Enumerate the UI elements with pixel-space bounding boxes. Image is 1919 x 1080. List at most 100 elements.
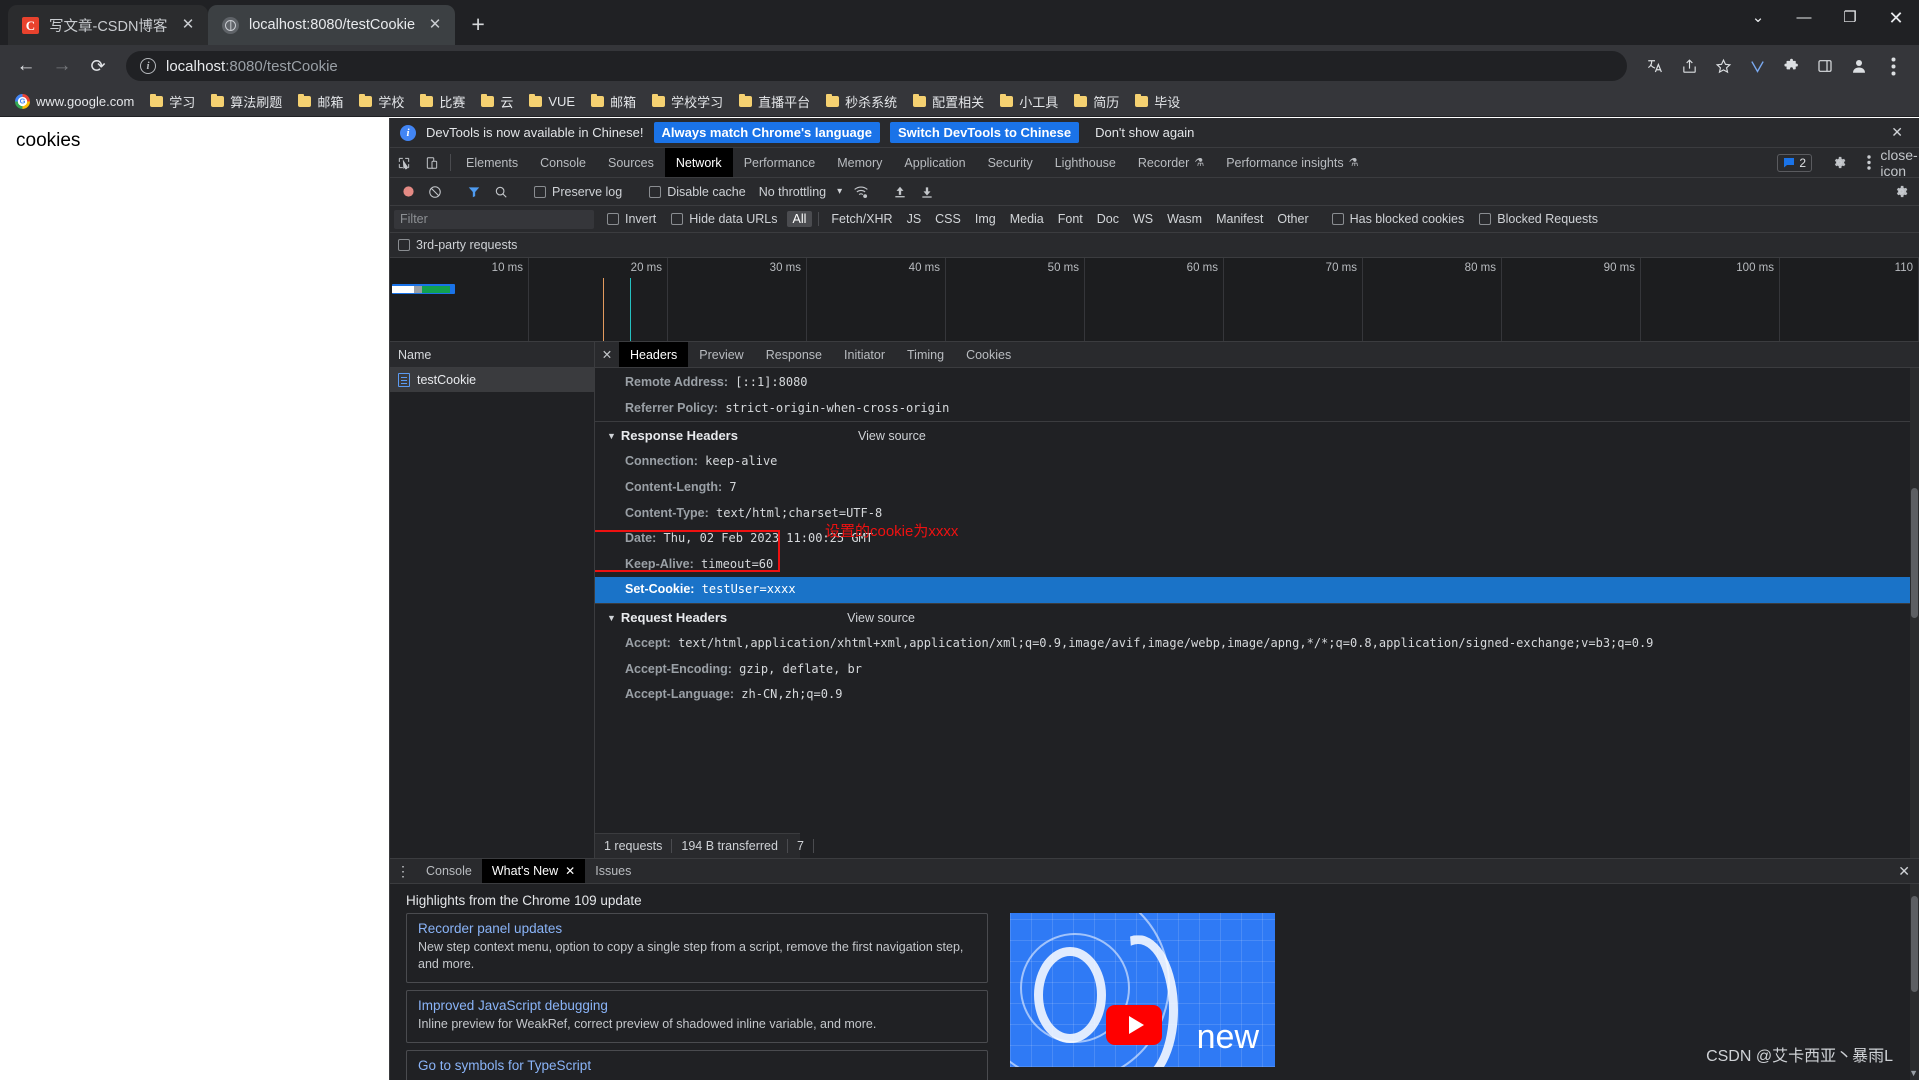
resource-filter-manifest[interactable]: Manifest bbox=[1210, 211, 1269, 227]
blocked-requests-checkbox[interactable]: Blocked Requests bbox=[1473, 212, 1604, 226]
vimium-icon[interactable] bbox=[1741, 50, 1773, 82]
filter-input[interactable]: Filter bbox=[394, 209, 594, 229]
network-overview-timeline[interactable]: 10 ms 20 ms 30 ms 40 ms 50 ms 60 ms 70 ms 80 ms… bbox=[390, 258, 1919, 342]
bookmark-star-icon[interactable] bbox=[1707, 50, 1739, 82]
detail-tab-initiator[interactable]: Initiator bbox=[833, 342, 896, 367]
resource-filter-img[interactable]: Img bbox=[969, 211, 1002, 227]
bookmark-item[interactable]: 简历 bbox=[1067, 90, 1126, 113]
sidepanel-icon[interactable] bbox=[1809, 50, 1841, 82]
bookmark-item[interactable]: 学校 bbox=[352, 90, 411, 113]
dont-show-again-button[interactable]: Don't show again bbox=[1089, 122, 1200, 143]
detail-tab-response[interactable]: Response bbox=[755, 342, 833, 367]
new-tab-button[interactable]: + bbox=[461, 8, 495, 42]
whats-new-card[interactable]: Recorder panel updates New step context m… bbox=[406, 913, 988, 984]
chevron-down-icon[interactable]: ▾ bbox=[833, 186, 846, 197]
third-party-requests-checkbox[interactable]: 3rd-party requests bbox=[398, 238, 523, 252]
device-toolbar-icon[interactable] bbox=[418, 148, 446, 177]
kebab-icon[interactable]: ⋮ bbox=[390, 859, 416, 883]
has-blocked-cookies-checkbox[interactable]: Has blocked cookies bbox=[1326, 212, 1471, 226]
back-icon[interactable]: ← bbox=[10, 50, 42, 82]
detail-tab-preview[interactable]: Preview bbox=[688, 342, 754, 367]
bookmark-item[interactable]: 配置相关 bbox=[906, 90, 991, 113]
drawer-close-icon[interactable]: ✕ bbox=[1889, 859, 1919, 883]
share-icon[interactable] bbox=[1673, 50, 1705, 82]
whats-new-card[interactable]: Go to symbols for TypeScript bbox=[406, 1050, 988, 1080]
resource-filter-fetch-xhr[interactable]: Fetch/XHR bbox=[825, 211, 898, 227]
whats-new-video-thumbnail[interactable]: new bbox=[1010, 913, 1275, 1068]
request-row-testcookie[interactable]: testCookie bbox=[390, 368, 594, 392]
chevron-down-icon[interactable]: ▼ bbox=[1909, 1068, 1918, 1078]
close-icon[interactable]: ✕ bbox=[178, 15, 198, 35]
disable-cache-checkbox[interactable]: Disable cache bbox=[643, 185, 752, 199]
devtools-tab-elements[interactable]: Elements bbox=[455, 148, 529, 177]
devtools-tab-console[interactable]: Console bbox=[529, 148, 597, 177]
devtools-tab-performance-insights[interactable]: Performance insights ⚗ bbox=[1215, 148, 1369, 177]
bookmark-item[interactable]: 云 bbox=[474, 90, 520, 113]
window-close-icon[interactable]: ✕ bbox=[1873, 0, 1919, 36]
bookmark-item[interactable]: 算法刷题 bbox=[204, 90, 289, 113]
bookmark-item[interactable]: 学习 bbox=[143, 90, 202, 113]
whats-new-scrollbar[interactable]: ▼ bbox=[1909, 884, 1919, 1080]
filter-icon[interactable] bbox=[462, 181, 486, 203]
network-settings-icon[interactable] bbox=[1889, 181, 1913, 203]
always-match-language-button[interactable]: Always match Chrome's language bbox=[653, 122, 880, 143]
headers-scrollbar[interactable] bbox=[1910, 368, 1919, 858]
resource-filter-font[interactable]: Font bbox=[1052, 211, 1089, 227]
resource-filter-css[interactable]: CSS bbox=[929, 211, 967, 227]
translate-icon[interactable] bbox=[1639, 50, 1671, 82]
banner-close-icon[interactable]: ✕ bbox=[1885, 124, 1909, 141]
devtools-tab-application[interactable]: Application bbox=[893, 148, 976, 177]
extensions-icon[interactable] bbox=[1775, 50, 1807, 82]
menu-icon[interactable] bbox=[1877, 50, 1909, 82]
resource-filter-ws[interactable]: WS bbox=[1127, 211, 1159, 227]
bookmark-item[interactable]: 邮箱 bbox=[584, 90, 643, 113]
invert-checkbox[interactable]: Invert bbox=[601, 212, 662, 226]
bookmark-item[interactable]: 比赛 bbox=[413, 90, 472, 113]
view-source-link[interactable]: View source bbox=[847, 611, 915, 625]
maximize-icon[interactable]: ❐ bbox=[1827, 0, 1873, 36]
search-icon[interactable] bbox=[489, 181, 513, 203]
bookmark-item[interactable]: www.google.com bbox=[8, 92, 141, 111]
chevron-down-icon[interactable]: ⌄ bbox=[1735, 0, 1781, 36]
browser-tab-1[interactable]: localhost:8080/testCookie ✕ bbox=[208, 5, 456, 45]
devtools-tab-memory[interactable]: Memory bbox=[826, 148, 893, 177]
bookmark-item[interactable]: 直播平台 bbox=[732, 90, 817, 113]
kebab-icon[interactable] bbox=[1855, 155, 1883, 170]
profile-icon[interactable] bbox=[1843, 50, 1875, 82]
devtools-tab-recorder[interactable]: Recorder ⚗ bbox=[1127, 148, 1215, 177]
close-icon[interactable]: ✕ bbox=[425, 15, 445, 35]
info-icon[interactable]: i bbox=[140, 58, 156, 74]
devtools-tab-network[interactable]: Network bbox=[664, 148, 733, 177]
bookmark-item[interactable]: 秒杀系统 bbox=[819, 90, 904, 113]
network-conditions-icon[interactable] bbox=[849, 181, 873, 203]
devtools-tab-security[interactable]: Security bbox=[977, 148, 1044, 177]
resource-filter-media[interactable]: Media bbox=[1004, 211, 1050, 227]
devtools-tab-lighthouse[interactable]: Lighthouse bbox=[1044, 148, 1127, 177]
bookmark-item[interactable]: 邮箱 bbox=[291, 90, 350, 113]
whats-new-card[interactable]: Improved JavaScript debugging Inline prev… bbox=[406, 990, 988, 1043]
response-headers-section[interactable]: ▼ Response Headers View source bbox=[595, 421, 1919, 449]
message-count-badge[interactable]: 2 bbox=[1777, 153, 1812, 172]
address-bar[interactable]: i localhost:8080/testCookie bbox=[126, 51, 1627, 81]
minimize-icon[interactable]: — bbox=[1781, 0, 1827, 36]
drawer-tab-console[interactable]: Console bbox=[416, 859, 482, 883]
export-icon[interactable] bbox=[915, 181, 939, 203]
youtube-play-icon[interactable] bbox=[1106, 1005, 1162, 1046]
view-source-link[interactable]: View source bbox=[858, 429, 926, 443]
resource-filter-js[interactable]: JS bbox=[901, 211, 928, 227]
drawer-tab-what-s-new[interactable]: What's New ✕ bbox=[481, 859, 586, 884]
close-icon[interactable]: ✕ bbox=[595, 342, 619, 367]
record-icon[interactable] bbox=[396, 181, 420, 203]
detail-tab-cookies[interactable]: Cookies bbox=[955, 342, 1022, 367]
clear-icon[interactable] bbox=[423, 181, 447, 203]
preserve-log-checkbox[interactable]: Preserve log bbox=[528, 185, 628, 199]
devtools-tab-sources[interactable]: Sources bbox=[597, 148, 665, 177]
request-list-header[interactable]: Name bbox=[390, 342, 594, 368]
request-headers-section[interactable]: ▼ Request Headers View source bbox=[595, 603, 1919, 631]
hide-data-urls-checkbox[interactable]: Hide data URLs bbox=[665, 212, 783, 226]
bookmark-item[interactable]: 小工具 bbox=[993, 90, 1065, 113]
browser-tab-0[interactable]: C 写文章-CSDN博客 ✕ bbox=[8, 5, 208, 45]
resource-filter-doc[interactable]: Doc bbox=[1091, 211, 1125, 227]
whats-new-card-title[interactable]: Recorder panel updates bbox=[418, 921, 976, 936]
drawer-tab-issues[interactable]: Issues bbox=[585, 859, 641, 883]
